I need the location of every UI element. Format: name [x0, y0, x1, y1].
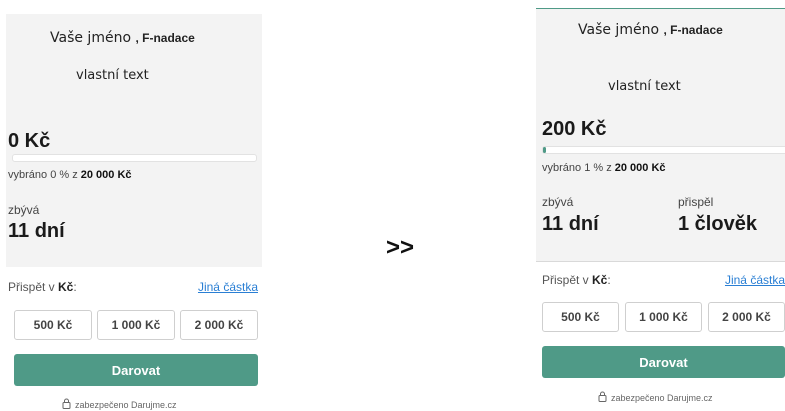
currency: Kč: [592, 273, 608, 287]
raised-amount: 200 Kč: [542, 118, 607, 140]
lock-icon: [62, 398, 71, 411]
raised-summary: vybráno 1 % z 20 000 Kč: [542, 162, 666, 174]
progress-bar: [542, 146, 785, 154]
custom-text: vlastní text: [608, 79, 681, 94]
remaining-value: 11 dní: [542, 213, 599, 235]
transition-arrow: >>: [386, 234, 415, 261]
fundraiser-name: Vaše jméno: [578, 22, 660, 38]
contribute-label: Přispět v Kč:: [542, 273, 611, 287]
widget-before: Vaše jméno , F-nadace vlastní text 0 Kč …: [6, 14, 262, 411]
progress-bar: [12, 154, 257, 162]
secure-text: zabezpečeno Darujme.cz: [611, 392, 713, 403]
raised-amount: 0 Kč: [8, 130, 51, 152]
remaining-label: zbývá: [8, 203, 40, 217]
amount-button-2000[interactable]: 2 000 Kč: [180, 310, 258, 340]
lock-icon: [598, 391, 607, 404]
organization-name: , F-nadace: [135, 31, 195, 45]
campaign-name: Vaše jméno , F-nadace: [578, 22, 723, 38]
donate-button[interactable]: Darovat: [542, 346, 785, 378]
goal-amount: 20 000 Kč: [614, 162, 666, 174]
amount-button-1000[interactable]: 1 000 Kč: [625, 302, 702, 332]
donors-value: 1 člověk: [678, 213, 757, 235]
other-amount-link[interactable]: Jiná částka: [725, 273, 785, 287]
goal-amount: 20 000 Kč: [80, 169, 132, 181]
raised-summary: vybráno 0 % z 20 000 Kč: [8, 169, 132, 181]
widget-after: Vaše jméno , F-nadace vlastní text 200 K…: [536, 8, 785, 408]
secure-footer: zabezpečeno Darujme.cz: [598, 391, 713, 404]
organization-name: , F-nadace: [663, 23, 723, 37]
secure-text: zabezpečeno Darujme.cz: [75, 399, 177, 410]
fundraiser-name: Vaše jméno: [50, 30, 132, 46]
divider: [536, 261, 785, 262]
progress-fill: [543, 147, 546, 153]
remaining-value: 11 dní: [8, 220, 65, 242]
donate-button[interactable]: Darovat: [14, 354, 258, 386]
secure-footer: zabezpečeno Darujme.cz: [62, 398, 177, 411]
amount-button-2000[interactable]: 2 000 Kč: [708, 302, 785, 332]
contribute-label: Přispět v Kč:: [8, 280, 77, 294]
amount-button-500[interactable]: 500 Kč: [542, 302, 619, 332]
amount-button-500[interactable]: 500 Kč: [14, 310, 92, 340]
custom-text: vlastní text: [76, 68, 149, 83]
other-amount-link[interactable]: Jiná částka: [198, 280, 258, 294]
amount-button-1000[interactable]: 1 000 Kč: [97, 310, 175, 340]
remaining-label: zbývá: [542, 195, 574, 209]
currency: Kč: [58, 280, 74, 294]
donors-label: přispěl: [678, 195, 714, 209]
campaign-name: Vaše jméno , F-nadace: [50, 30, 195, 46]
